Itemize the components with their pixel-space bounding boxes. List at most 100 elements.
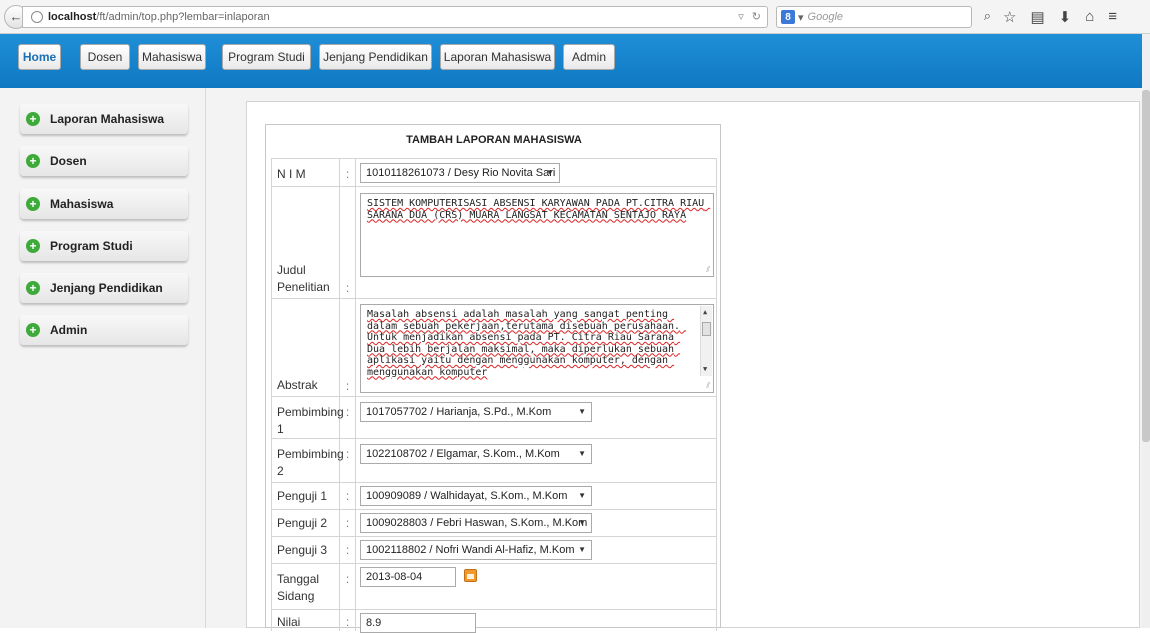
url-host: localhost: [48, 11, 97, 23]
top-navigation: Home Dosen Mahasiswa Program Studi Jenja…: [0, 34, 1142, 88]
reload-icon[interactable]: ↻: [752, 10, 761, 23]
bookmarks-menu-icon[interactable]: ▤: [1030, 8, 1044, 26]
nav-jenjang-pendidikan[interactable]: Jenjang Pendidikan: [319, 44, 432, 70]
penguji3-value: 1002118802 / Nofri Wandi Al-Hafiz, M.Kom: [366, 544, 575, 556]
row-penguji3: Penguji 3 : 1002118802 / Nofri Wandi Al-…: [271, 536, 717, 563]
row-abstrak: Abstrak : Masalah absensi adalah masalah…: [271, 298, 717, 396]
separator: :: [340, 510, 356, 536]
sidebar: + Laporan Mahasiswa + Dosen + Mahasiswa + Pr…: [0, 88, 206, 628]
globe-icon: [31, 11, 43, 23]
separator: :: [340, 397, 356, 438]
calendar-icon[interactable]: [464, 569, 477, 582]
nav-mahasiswa[interactable]: Mahasiswa: [138, 44, 206, 70]
page-scrollbar-thumb[interactable]: [1142, 90, 1150, 442]
separator: :: [340, 564, 356, 609]
chevron-down-icon: ▼: [578, 407, 586, 416]
pembimbing1-label: Pembimbing 1: [272, 397, 344, 438]
separator: :: [340, 483, 356, 509]
separator: :: [340, 159, 356, 186]
bookmark-star-icon[interactable]: ☆: [1003, 8, 1016, 26]
penguji1-select[interactable]: 100909089 / Walhidayat, S.Kom., M.Kom ▼: [360, 486, 592, 506]
plus-circle-icon: +: [26, 239, 40, 253]
sidebar-item-label: Admin: [50, 323, 88, 337]
penguji1-value: 100909089 / Walhidayat, S.Kom., M.Kom: [366, 490, 568, 502]
sidebar-item-laporan-mahasiswa[interactable]: + Laporan Mahasiswa: [20, 104, 188, 134]
sidebar-item-label: Program Studi: [50, 239, 133, 253]
penguji3-select[interactable]: 1002118802 / Nofri Wandi Al-Hafiz, M.Kom…: [360, 540, 592, 560]
textarea-scrollbar[interactable]: ▲ ▼: [700, 306, 712, 376]
row-penguji1: Penguji 1 : 100909089 / Walhidayat, S.Ko…: [271, 482, 717, 509]
row-pembimbing2: Pembimbing 2 : 1022108702 / Elgamar, S.K…: [271, 438, 717, 482]
chevron-down-icon: ▼: [578, 449, 586, 458]
resize-handle-icon[interactable]: ⫽: [706, 380, 710, 392]
tanggal-input[interactable]: 2013-08-04: [360, 567, 456, 587]
judul-value: SISTEM KOMPUTERISASI ABSENSI KARYAWAN PA…: [367, 198, 711, 221]
pembimbing2-label: Pembimbing 2: [272, 439, 344, 482]
judul-label: Judul Penelitian: [272, 187, 340, 298]
pembimbing2-value: 1022108702 / Elgamar, S.Kom., M.Kom: [366, 448, 560, 460]
scroll-down-icon[interactable]: ▼: [703, 364, 707, 376]
browser-tools: ☆ ▤ ⬇ ⌂ ≡: [1003, 8, 1117, 26]
separator: :: [340, 439, 356, 482]
abstrak-textarea[interactable]: Masalah absensi adalah masalah yang sang…: [360, 304, 714, 393]
separator: :: [340, 537, 356, 563]
abstrak-label: Abstrak: [272, 299, 340, 396]
chevron-down-icon: ▼: [578, 545, 586, 554]
sidebar-item-admin[interactable]: + Admin: [20, 315, 188, 345]
home-icon[interactable]: ⌂: [1085, 8, 1094, 26]
nim-select[interactable]: 1010118261073 / Desy Rio Novita Sari ▼: [360, 163, 560, 183]
sidebar-item-mahasiswa[interactable]: + Mahasiswa: [20, 189, 188, 219]
separator: :: [340, 187, 356, 298]
search-icon[interactable]: ⌕: [984, 8, 991, 24]
nim-value: 1010118261073 / Desy Rio Novita Sari: [366, 167, 556, 179]
pembimbing2-select[interactable]: 1022108702 / Elgamar, S.Kom., M.Kom ▼: [360, 444, 592, 464]
add-report-form: TAMBAH LAPORAN MAHASISWA N I M : 1010118…: [265, 124, 721, 633]
penguji2-label: Penguji 2: [272, 510, 340, 536]
nim-label: N I M: [272, 159, 340, 186]
url-actions: ▿ ↻: [738, 10, 761, 23]
pembimbing1-select[interactable]: 1017057702 / Harianja, S.Pd., M.Kom ▼: [360, 402, 592, 422]
sidebar-item-program-studi[interactable]: + Program Studi: [20, 231, 188, 261]
penguji2-value: 1009028803 / Febri Haswan, S.Kom., M.Kom: [366, 517, 588, 529]
menu-icon[interactable]: ≡: [1108, 8, 1117, 26]
row-penguji2: Penguji 2 : 1009028803 / Febri Haswan, S…: [271, 509, 717, 536]
penguji1-label: Penguji 1: [272, 483, 340, 509]
nav-program-studi[interactable]: Program Studi: [222, 44, 311, 70]
scroll-up-icon[interactable]: ▲: [703, 307, 707, 319]
nav-dosen[interactable]: Dosen: [80, 44, 130, 70]
dropdown-arrow-icon[interactable]: ▿: [738, 10, 744, 23]
chevron-down-icon: ▼: [578, 491, 586, 500]
sidebar-item-label: Dosen: [50, 154, 87, 168]
row-nim: N I M : 1010118261073 / Desy Rio Novita …: [271, 158, 717, 186]
form-title: TAMBAH LAPORAN MAHASISWA: [406, 134, 582, 146]
downloads-icon[interactable]: ⬇: [1059, 8, 1072, 26]
row-tanggal-sidang: Tanggal Sidang : 2013-08-04: [271, 563, 717, 609]
nav-admin[interactable]: Admin: [563, 44, 615, 70]
judul-textarea[interactable]: SISTEM KOMPUTERISASI ABSENSI KARYAWAN PA…: [360, 193, 714, 277]
row-pembimbing1: Pembimbing 1 : 1017057702 / Harianja, S.…: [271, 396, 717, 438]
plus-circle-icon: +: [26, 323, 40, 337]
row-judul: Judul Penelitian : SISTEM KOMPUTERISASI …: [271, 186, 717, 298]
url-path: /ft/admin/top.php?lembar=inlaporan: [96, 11, 270, 23]
nav-home[interactable]: Home: [18, 44, 61, 70]
plus-circle-icon: +: [26, 281, 40, 295]
penguji2-select[interactable]: 1009028803 / Febri Haswan, S.Kom., M.Kom…: [360, 513, 592, 533]
url-bar[interactable]: localhost/ft/admin/top.php?lembar=inlapo…: [22, 6, 768, 28]
scroll-thumb[interactable]: [702, 322, 711, 336]
sidebar-item-label: Laporan Mahasiswa: [50, 112, 165, 126]
plus-circle-icon: +: [26, 197, 40, 211]
sidebar-item-label: Jenjang Pendidikan: [50, 281, 163, 295]
chevron-down-icon: ▼: [546, 168, 554, 177]
nilai-input[interactable]: 8.9: [360, 613, 476, 633]
sidebar-item-dosen[interactable]: + Dosen: [20, 146, 188, 176]
plus-circle-icon: +: [26, 112, 40, 126]
search-engine-caret-icon: ▾: [798, 11, 804, 24]
sidebar-item-jenjang-pendidikan[interactable]: + Jenjang Pendidikan: [20, 273, 188, 303]
search-engine-icon[interactable]: 8: [781, 10, 795, 24]
resize-handle-icon[interactable]: ⫽: [706, 264, 710, 276]
search-bar[interactable]: 8 ▾ Google ⌕: [776, 6, 991, 28]
tanggal-label: Tanggal Sidang: [272, 564, 340, 609]
abstrak-value: Masalah absensi adalah masalah yang sang…: [367, 309, 687, 378]
search-placeholder: Google: [807, 11, 844, 23]
nav-laporan-mahasiswa[interactable]: Laporan Mahasiswa: [440, 44, 555, 70]
